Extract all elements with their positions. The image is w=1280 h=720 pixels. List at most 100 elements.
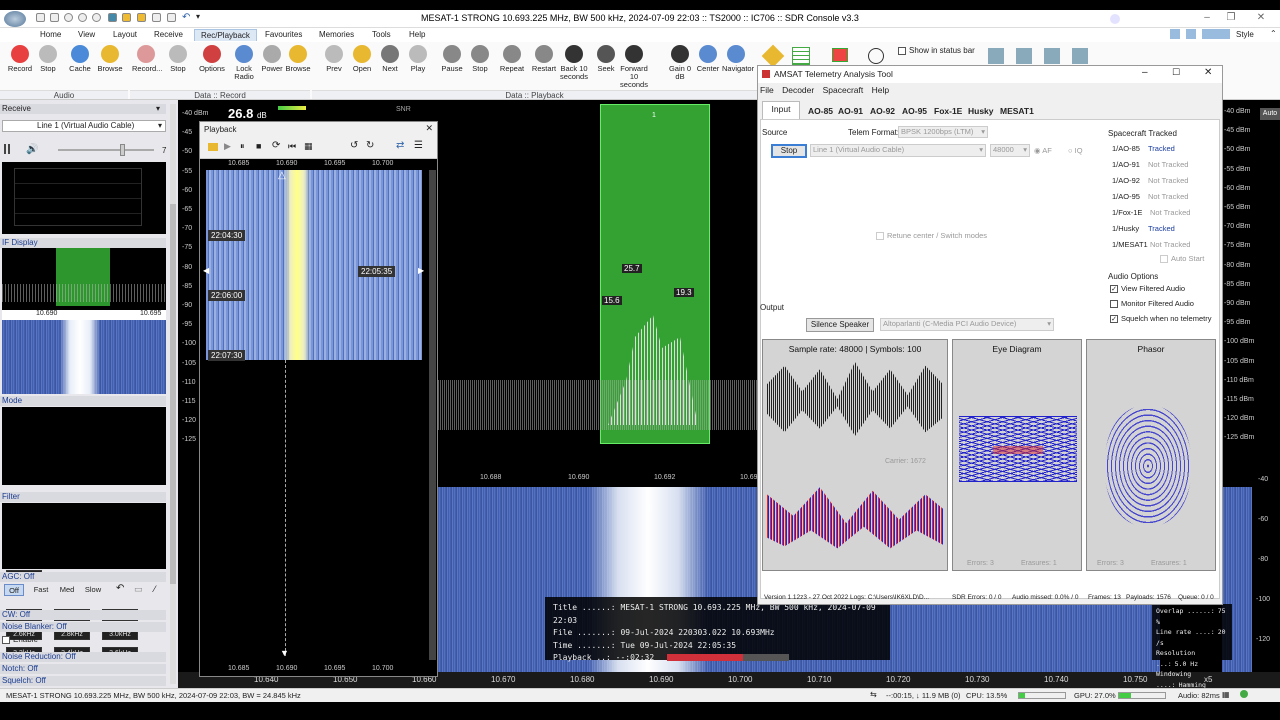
minimize-icon[interactable]: – [1142,67,1148,78]
ribbon-button[interactable]: Lock Radio [230,45,258,81]
spacecraft-name[interactable]: 1/AO-91 [1112,160,1140,169]
spacecraft-tab[interactable]: MESAT1 [1000,106,1034,116]
pause-icon[interactable]: ⏸ [240,141,245,152]
audio-option-checkbox[interactable]: ✓ Squelch when no telemetry [1110,314,1211,324]
menu-file[interactable]: File [760,85,774,95]
repeat-icon[interactable]: ⟳ [272,140,280,151]
telem-format-select[interactable]: BPSK 1200bps (LTM) ▾ [898,126,988,138]
enable-checkbox[interactable]: Enable [2,635,38,644]
reset-icon[interactable]: ↶ [116,583,124,594]
notch-header[interactable]: Notch: Off [0,664,166,674]
spacecraft-tab[interactable]: AO-92 [870,106,895,116]
ribbon-button[interactable]: Navigator [722,45,754,73]
audio-option-checkbox[interactable]: ✓ View Filtered Audio [1110,284,1185,294]
spacecraft-tab[interactable]: Husky [968,106,994,116]
tab-favourites[interactable]: Favourites [259,29,308,40]
ribbon-button[interactable]: Play [404,45,432,73]
highlighter-icon[interactable] [761,44,785,68]
arrow-left-icon[interactable]: ◀ [203,266,209,275]
graph-icon[interactable]: ⁄ [154,584,156,594]
silence-speaker-button[interactable]: Silence Speaker [806,318,874,332]
spacecraft-tab[interactable]: Fox-1E [934,106,962,116]
panel-scrollbar[interactable] [170,104,176,684]
back-icon[interactable]: ↺ [350,140,358,151]
if-display-header[interactable]: IF Display [0,238,166,248]
spectrum-icon[interactable] [4,144,14,154]
play-circle-icon[interactable] [868,48,884,64]
stop-button[interactable]: Stop [771,144,807,158]
spacecraft-name[interactable]: 1/AO-85 [1112,144,1140,153]
spacecraft-tab[interactable]: AO-95 [902,106,927,116]
tab-layout[interactable]: Layout [107,29,143,40]
minimize-icon[interactable]: – [1196,12,1218,23]
checkbox-box[interactable] [1110,300,1118,309]
squelch-header[interactable]: Squelch: Off [0,676,166,686]
audio-source-select[interactable]: Line 1 (Virtual Audio Cable) ▾ [2,120,166,132]
ribbon-button[interactable]: Forward 10 seconds [620,45,648,89]
ribbon-button[interactable]: Record [6,45,34,73]
ribbon-button[interactable]: Prev [320,45,348,73]
style-menu[interactable]: Style [1236,30,1254,39]
sample-rate-select[interactable]: 48000 ▾ [990,144,1030,157]
swap-icon[interactable]: ⇄ [396,140,404,151]
volume-slider[interactable] [58,144,154,156]
layout-icons[interactable] [1170,29,1230,39]
ribbon-button[interactable]: Repeat [498,45,526,73]
spacecraft-name[interactable]: 1/AO-95 [1112,192,1140,201]
ribbon-button[interactable]: Browse [96,45,124,73]
folder-icon[interactable] [208,143,218,151]
edit-icon[interactable]: ▭ [134,584,143,595]
agc-fast-button[interactable]: Fast [30,584,52,596]
ribbon-button[interactable]: Browse [284,45,312,73]
retune-checkbox[interactable]: Retune center / Switch modes [876,231,987,241]
tab-view[interactable]: View [72,29,101,40]
tab-home[interactable]: Home [34,29,67,40]
spacecraft-tab[interactable]: AO-85 [808,106,833,116]
stop-icon[interactable]: ■ [256,141,261,151]
chevron-up-icon[interactable]: ⌃ [1270,29,1277,38]
iq-radio[interactable]: ○ IQ [1068,146,1083,155]
ribbon-button[interactable]: Next [376,45,404,73]
ribbon-button[interactable]: Back 10 seconds [560,45,588,81]
tab-rec-playback[interactable]: Rec/Playback [194,29,257,41]
menu-help[interactable]: Help [872,85,889,95]
playback-cursor-bottom[interactable]: ▼ [280,648,289,658]
noise-reduction-header[interactable]: Noise Reduction: Off [0,652,166,662]
tab-input[interactable]: Input [762,101,800,119]
ribbon-extra-icons[interactable] [988,48,1098,64]
agc-off-button[interactable]: Off [4,584,24,596]
close-icon[interactable]: ✕ [1250,12,1272,23]
ribbon-button[interactable]: Record... [132,45,162,73]
menu-icon[interactable]: ☰ [414,140,423,151]
spacecraft-tab[interactable]: AO-91 [838,106,863,116]
tab-tools[interactable]: Tools [366,29,397,40]
ribbon-button[interactable]: Gain 0 dB [666,45,694,81]
show-in-status-bar-checkbox[interactable]: Show in status bar [898,46,975,55]
dropdown-icon[interactable]: ▾ [156,104,160,113]
agc-slow-button[interactable]: Slow [82,584,104,596]
speaker-icon[interactable]: 🔊 [26,144,38,155]
ribbon-button[interactable]: Stop [164,45,192,73]
playback-cursor-top[interactable]: △ [278,170,286,181]
status-dot-icon[interactable] [1240,690,1248,698]
checkbox-box[interactable]: ✓ [1110,285,1118,294]
status-grid-icon[interactable]: ▦ [1222,690,1230,699]
calendar-icon[interactable]: ▦ [304,141,313,152]
close-icon[interactable]: ✕ [425,123,433,134]
filter-header[interactable]: Filter [0,492,166,502]
ribbon-button[interactable]: Stop [466,45,494,73]
tab-help[interactable]: Help [403,29,431,40]
ribbon-button[interactable]: Options [198,45,226,73]
af-radio[interactable]: ◉ AF [1034,146,1052,155]
screenshot-icon[interactable] [832,48,848,62]
speaker-select[interactable]: Altoparlanti (C-Media PCI Audio Device) ▾ [880,318,1054,331]
spacecraft-name[interactable]: 1/MESAT1 [1112,240,1148,249]
auto-button[interactable]: Auto [1260,108,1280,120]
spacecraft-name[interactable]: 1/AO-92 [1112,176,1140,185]
spacecraft-name[interactable]: 1/Husky [1112,224,1139,233]
playback-titlebar[interactable]: Playback ✕ [200,122,437,137]
maximize-icon[interactable]: ❐ [1220,12,1242,23]
cw-header[interactable]: CW: Off [0,610,166,620]
list-icon[interactable] [792,47,810,65]
tab-memories[interactable]: Memories [313,29,360,40]
